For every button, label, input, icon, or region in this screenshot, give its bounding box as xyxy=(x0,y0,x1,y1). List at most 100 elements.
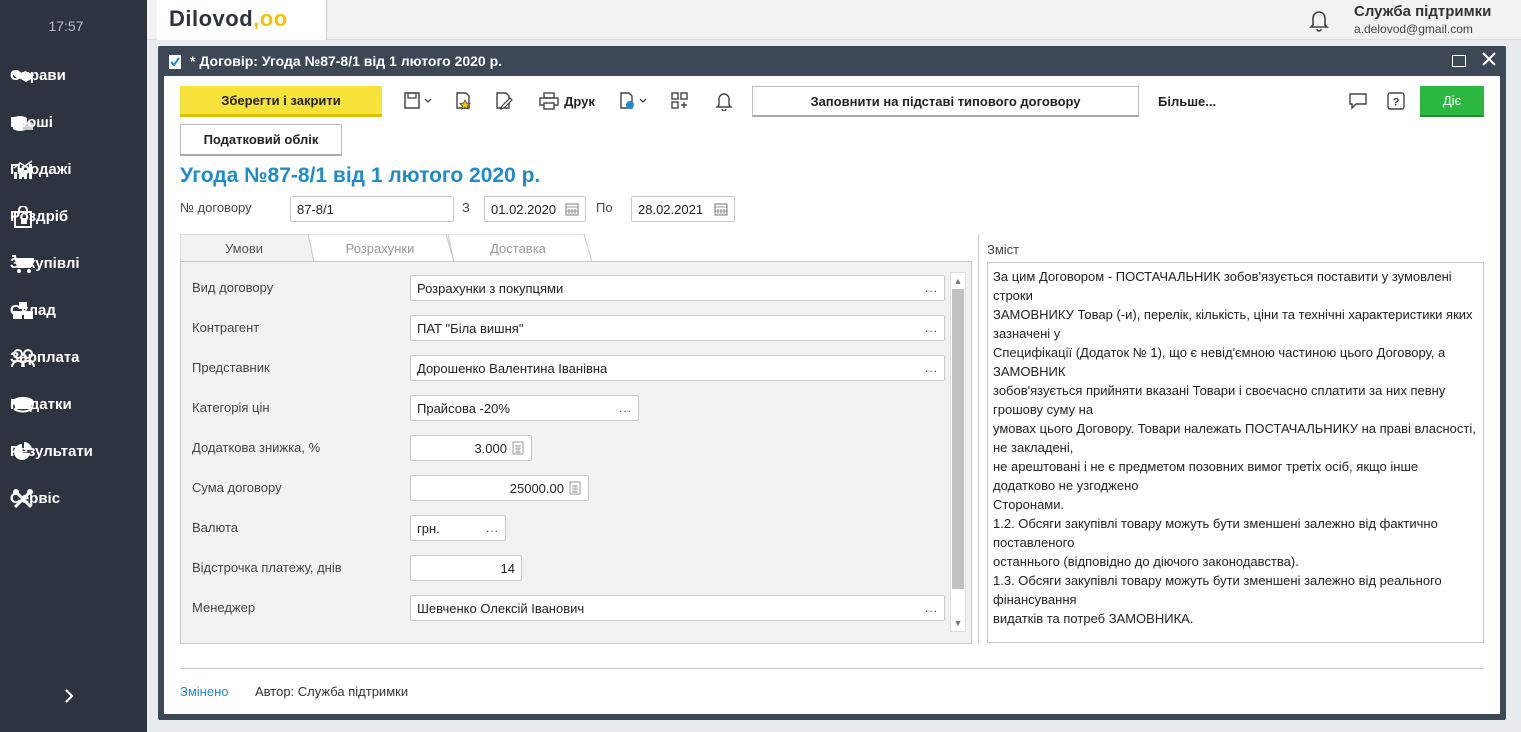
document-info-dropdown[interactable] xyxy=(614,88,654,114)
sidebar-item-warehouse[interactable]: Склад xyxy=(0,287,147,334)
select-dots-button[interactable]: ... xyxy=(925,601,938,615)
app-tab[interactable]: Dilovod,oo xyxy=(157,0,327,40)
help-icon: ? xyxy=(1387,92,1405,110)
calculator-icon[interactable] xyxy=(568,481,582,495)
counterparty-label: Контрагент xyxy=(192,320,260,335)
chevron-right-icon xyxy=(64,688,74,706)
payment-delay-input[interactable]: 14 xyxy=(410,555,522,581)
calendar-icon[interactable] xyxy=(714,202,728,216)
sidebar-item-label: Зарплата xyxy=(10,349,80,366)
scroll-up-icon[interactable]: ▲ xyxy=(951,274,965,288)
price-category-label: Категорія цін xyxy=(192,400,270,415)
sidebar-item-salary[interactable]: Зарплата xyxy=(0,334,147,381)
reminder-button[interactable] xyxy=(712,88,736,114)
sidebar-item-results[interactable]: Результати xyxy=(0,428,147,475)
currency-field[interactable]: грн. ... xyxy=(410,515,506,541)
sidebar-item-sales[interactable]: Продажі xyxy=(0,146,147,193)
sidebar: 17:57 Справи Гроші Продажі Роздріб Закуп… xyxy=(0,0,147,732)
currency-label: Валюта xyxy=(192,520,238,535)
counterparty-value: ПАТ "Біла вишня" xyxy=(417,320,524,336)
terms-scrollbar[interactable]: ▲ ▼ xyxy=(950,272,966,632)
comments-button[interactable] xyxy=(1346,88,1370,114)
select-dots-button[interactable]: ... xyxy=(925,281,938,295)
sidebar-nav: Справи Гроші Продажі Роздріб Закупівлі С… xyxy=(0,52,147,522)
extra-discount-label: Додаткова знижка, % xyxy=(192,440,321,455)
sidebar-item-label: Результати xyxy=(10,443,93,460)
status-changed-link[interactable]: Змінено xyxy=(180,684,229,699)
sidebar-item-retail[interactable]: Роздріб xyxy=(0,193,147,240)
user-email: a.delovod@gmail.com xyxy=(1354,22,1473,36)
scroll-down-icon[interactable]: ▼ xyxy=(951,616,965,630)
close-icon xyxy=(1482,52,1496,66)
document-window: * Договір: Угода №87-8/1 від 1 лютого 20… xyxy=(158,46,1506,720)
select-dots-button[interactable]: ... xyxy=(619,401,632,415)
select-dots-button[interactable]: ... xyxy=(925,361,938,375)
window-title: * Договір: Угода №87-8/1 від 1 лютого 20… xyxy=(190,53,503,69)
to-date-input[interactable]: 28.02.2021 xyxy=(631,196,735,222)
content-textarea[interactable]: За цим Договором - ПОСТАЧАЛЬНИК зобов'яз… xyxy=(987,262,1484,643)
sidebar-item-label: Гроші xyxy=(10,114,53,131)
sidebar-item-taxes[interactable]: Податки xyxy=(0,381,147,428)
favorite-button[interactable] xyxy=(452,88,476,114)
select-dots-button[interactable]: ... xyxy=(486,521,499,535)
tab-bar: Умови Розрахунки Доставка xyxy=(180,234,610,262)
calculator-icon[interactable] xyxy=(511,441,525,455)
document-check-icon xyxy=(168,54,182,70)
sidebar-expand-button[interactable] xyxy=(58,684,80,710)
user-name[interactable]: Служба підтримки xyxy=(1354,3,1491,20)
close-button[interactable] xyxy=(1480,51,1498,69)
clock: 17:57 xyxy=(48,18,84,34)
contract-sum-label: Сума договору xyxy=(192,480,282,495)
representative-field[interactable]: Дорошенко Валентина Іванівна ... xyxy=(410,355,945,381)
to-date-value: 28.02.2021 xyxy=(638,201,704,217)
counterparty-field[interactable]: ПАТ "Біла вишня" ... xyxy=(410,315,945,341)
more-button[interactable]: Більше... xyxy=(1158,94,1216,109)
sidebar-item-service[interactable]: Сервіс xyxy=(0,475,147,522)
tab-payments[interactable]: Розрахунки xyxy=(312,234,448,262)
sidebar-item-label: Продажі xyxy=(10,161,72,178)
sidebar-item-label: Роздріб xyxy=(10,208,69,225)
sidebar-item-money[interactable]: Гроші xyxy=(0,99,147,146)
add-widget-button[interactable] xyxy=(668,88,692,114)
notifications-bell-icon[interactable] xyxy=(1307,8,1331,32)
edit-document-button[interactable] xyxy=(492,88,516,114)
help-button[interactable]: ? xyxy=(1384,88,1408,114)
edit-document-icon xyxy=(496,92,513,110)
maximize-button[interactable] xyxy=(1452,55,1466,67)
calendar-icon[interactable] xyxy=(565,202,579,216)
print-label: Друк xyxy=(564,93,595,109)
footer-divider xyxy=(180,668,1484,669)
save-and-close-button[interactable]: Зберегти і закрити xyxy=(180,86,382,117)
contract-sum-input[interactable]: 25000.00 xyxy=(410,475,589,501)
tab-delivery[interactable]: Доставка xyxy=(450,234,586,262)
window-titlebar: * Договір: Угода №87-8/1 від 1 лютого 20… xyxy=(158,46,1506,76)
print-button[interactable]: Друк xyxy=(534,88,600,114)
content-label: Зміст xyxy=(987,242,1020,257)
sidebar-item-purchases[interactable]: Закупівлі xyxy=(0,240,147,287)
from-date-input[interactable]: 01.02.2020 xyxy=(484,196,586,222)
scrollbar-thumb[interactable] xyxy=(952,289,964,589)
select-dots-button[interactable]: ... xyxy=(925,321,938,335)
contract-sum-value: 25000.00 xyxy=(509,480,564,496)
logo-dots: ,oo xyxy=(253,6,288,31)
contract-number-value: 87-8/1 xyxy=(297,201,334,217)
status-active-button[interactable]: Діє xyxy=(1420,86,1484,117)
sidebar-item-label: Сервіс xyxy=(10,490,61,507)
manager-field[interactable]: Шевченко Олексій Іванович ... xyxy=(410,595,945,621)
panel-divider[interactable] xyxy=(978,234,979,644)
sidebar-item-label: Податки xyxy=(10,396,72,413)
contract-number-input[interactable]: 87-8/1 xyxy=(290,196,454,222)
contract-number-label: № договору xyxy=(180,200,252,215)
fill-from-template-button[interactable]: Заповнити на підставі типового договору xyxy=(752,86,1139,117)
save-dropdown-button[interactable] xyxy=(398,88,438,114)
status-author: Автор: Служба підтримки xyxy=(255,684,409,699)
tax-accounting-button[interactable]: Податковий облік xyxy=(180,124,342,156)
from-date-label: З xyxy=(462,200,470,215)
printer-icon xyxy=(539,92,559,110)
sidebar-item-label: Склад xyxy=(10,302,56,319)
tab-terms[interactable]: Умови xyxy=(180,234,308,262)
sidebar-item-affairs[interactable]: Справи xyxy=(0,52,147,99)
price-category-field[interactable]: Прайсова -20% ... xyxy=(410,395,639,421)
contract-type-field[interactable]: Розрахунки з покупцями ... xyxy=(410,275,945,301)
extra-discount-input[interactable]: 3.000 xyxy=(410,435,532,461)
